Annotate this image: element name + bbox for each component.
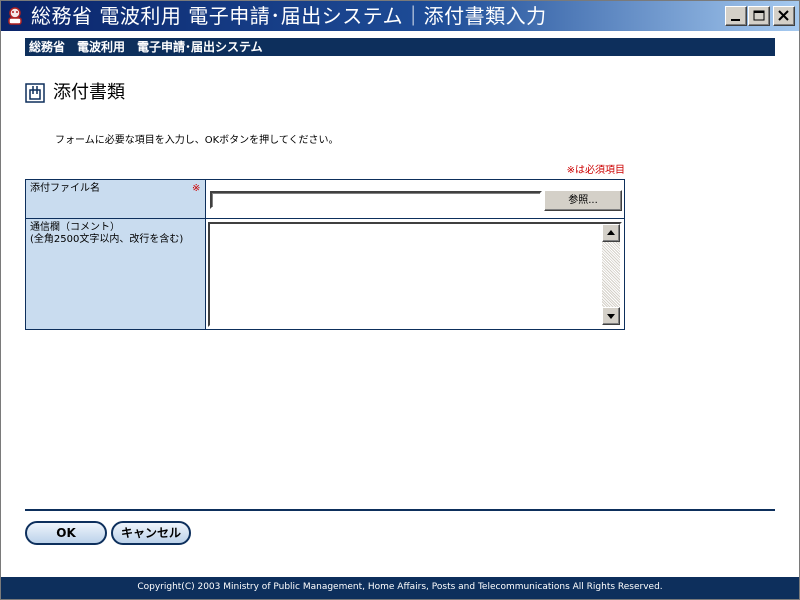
- comment-label-line2: (全角2500文字以内、改行を含む): [30, 234, 184, 245]
- copyright-text: Copyright(C) 2003 Ministry of Public Man…: [137, 582, 663, 592]
- title-bar[interactable]: 総務省 電波利用 電子申請･届出システム｜添付書類入力: [1, 1, 799, 31]
- comment-label-line1: 通信欄（コメント）: [30, 222, 120, 233]
- comment-textarea[interactable]: [210, 224, 602, 325]
- attachment-label-cell: 添付ファイル名 ※: [26, 180, 206, 219]
- cancel-button[interactable]: キャンセル: [111, 521, 191, 545]
- scroll-up-button[interactable]: [602, 224, 620, 242]
- instruction-text: フォームに必要な項目を入力し、OKボタンを押してください。: [55, 135, 339, 146]
- scroll-down-button[interactable]: [602, 307, 620, 325]
- attachment-document-icon: [25, 83, 45, 103]
- arrow-down-icon: [607, 314, 615, 319]
- close-button[interactable]: [773, 6, 795, 26]
- comment-label: 通信欄（コメント） (全角2500文字以内、改行を含む): [30, 222, 183, 246]
- required-mark: ※: [192, 183, 201, 194]
- footer-divider: [25, 509, 775, 511]
- row-divider: [206, 218, 624, 219]
- app-logo-icon: [5, 6, 25, 26]
- system-header-bar: 総務省 電波利用 電子申請･届出システム: [25, 38, 775, 56]
- comment-label-cell: 通信欄（コメント） (全角2500文字以内、改行を含む): [26, 219, 206, 329]
- maximize-button[interactable]: [748, 6, 770, 26]
- required-legend: ※は必須項目: [566, 165, 625, 176]
- attachment-label: 添付ファイル名: [30, 183, 100, 194]
- system-name: 総務省 電波利用 電子申請･届出システム: [29, 40, 263, 54]
- attachment-form: 添付ファイル名 ※ 参照... 通信欄（コメント） (全角2500文字以内、改行…: [25, 179, 625, 330]
- copyright-bar: Copyright(C) 2003 Ministry of Public Man…: [1, 577, 799, 599]
- comment-field-frame: [208, 222, 622, 327]
- app-window: 総務省 電波利用 電子申請･届出システム｜添付書類入力 総務省 電波利用 電子申…: [0, 0, 800, 600]
- browse-button[interactable]: 参照...: [544, 190, 622, 211]
- page-title: 添付書類: [53, 82, 125, 103]
- window-title: 総務省 電波利用 電子申請･届出システム｜添付書類入力: [31, 4, 547, 28]
- close-icon: [778, 10, 789, 21]
- comment-scrollbar[interactable]: [602, 224, 620, 325]
- minimize-button[interactable]: [725, 6, 747, 26]
- attachment-file-input[interactable]: [210, 191, 542, 209]
- maximize-icon: [753, 10, 765, 21]
- minimize-icon: [731, 19, 740, 21]
- arrow-up-icon: [607, 230, 615, 235]
- ok-button[interactable]: OK: [25, 521, 107, 545]
